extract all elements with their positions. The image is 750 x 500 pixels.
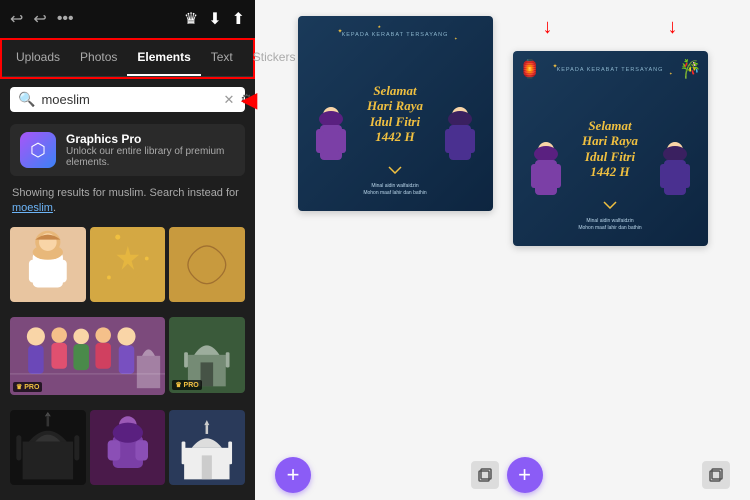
nav-tabs-wrapper: Uploads Photos Elements Text Stickers	[0, 38, 255, 79]
list-item[interactable]	[10, 410, 86, 486]
design-canvas-area: ✦ ✦ ★ KEPADA KERABAT TERSAYANG	[255, 0, 750, 450]
download-icon[interactable]: ⬇	[208, 9, 221, 29]
canvas-1-arrow	[388, 161, 402, 179]
search-arrow-indicator: ◀	[242, 87, 257, 112]
canvas-2-line2: Hari Raya	[582, 133, 638, 149]
bottom-left: +	[275, 457, 311, 493]
clear-icon[interactable]: ✕	[223, 92, 234, 108]
top-toolbar: ↩ ↩ ••• ♛ ⬇ ⬆	[0, 0, 255, 38]
promo-text: Graphics Pro Unlock our entire library o…	[66, 132, 235, 168]
results-message: Showing results for muslim. Search inste…	[12, 187, 239, 199]
elements-grid: ♛ PRO ♛ PRO	[0, 223, 255, 500]
lantern-decoration: 🏮	[519, 59, 541, 80]
nav-tabs: Uploads Photos Elements Text Stickers	[2, 40, 253, 77]
share-icon[interactable]: ⬆	[232, 9, 245, 29]
canvas-1-subtitle: KEPADA KERABAT TERSAYANG	[342, 32, 449, 38]
add-button-2[interactable]: +	[507, 457, 543, 493]
page-indicator-2[interactable]	[702, 461, 730, 489]
crown-icon[interactable]: ♛	[184, 9, 198, 29]
list-item[interactable]	[169, 410, 245, 486]
toolbar-left-icons: ↩ ↩ •••	[10, 9, 74, 29]
results-info: Showing results for muslim. Search inste…	[0, 180, 255, 223]
person-left-2-svg	[521, 138, 571, 218]
toolbar-right-icons: ♛ ⬇ ⬆	[184, 9, 245, 29]
list-item[interactable]	[10, 227, 86, 303]
tab-text[interactable]: Text	[201, 40, 243, 76]
tab-photos[interactable]: Photos	[70, 40, 127, 76]
canvas-2-small-line1: Minal aidin walfaidzin	[578, 218, 641, 225]
canvas-2-main-text: Selamat Hari Raya Idul Fitri 1442 H	[582, 117, 638, 179]
promo-title: Graphics Pro	[66, 132, 235, 146]
star-decor: ★	[378, 24, 382, 29]
canvas-wrapper-2: ↓ ↓ ✦ ✦ 🏮 🎋 KEPADA KERABAT TERSAYANG	[513, 16, 708, 246]
redo-icon[interactable]: ↩	[33, 9, 46, 29]
canvas-2-line4: 1442 H	[582, 164, 638, 180]
promo-subtitle: Unlock our entire library of premium ele…	[66, 146, 235, 168]
page-indicator-1[interactable]	[471, 461, 499, 489]
person-right-2-svg	[650, 138, 700, 218]
bottom-center: +	[471, 457, 543, 493]
search-input[interactable]	[41, 92, 217, 107]
canvas-1-line3: Idul Fitri	[367, 114, 423, 130]
canvas-2[interactable]: ✦ ✦ 🏮 🎋 KEPADA KERABAT TERSAYANG	[513, 51, 708, 246]
canvas-2-line3: Idul Fitri	[582, 149, 638, 165]
list-item[interactable]: ♛ PRO	[169, 317, 245, 393]
canvas-1-small-line1: Minal aidin walfaidzin	[363, 183, 426, 190]
canvas-1-line2: Hari Raya	[367, 98, 423, 114]
list-item[interactable]	[169, 227, 245, 303]
star-decor-3: ✦	[669, 71, 672, 76]
pro-badge: ♛ PRO	[13, 382, 42, 392]
left-panel: ↩ ↩ ••• ♛ ⬇ ⬆ Uploads Photos Elements Te…	[0, 0, 255, 500]
promo-banner[interactable]: ⬡ Graphics Pro Unlock our entire library…	[10, 124, 245, 176]
right-panel: ✦ ✦ ★ KEPADA KERABAT TERSAYANG	[255, 0, 750, 500]
bottom-bar: + +	[255, 450, 750, 500]
tab-stickers[interactable]: Stickers	[243, 40, 306, 76]
search-row: 🔍 ✕ ⚙ ◀	[0, 79, 255, 120]
list-item[interactable]: ♛ PRO	[10, 317, 165, 395]
more-icon[interactable]: •••	[57, 10, 74, 28]
arrow-left-indicator: ↓	[543, 16, 553, 39]
canvas-1-small-line2: Mohon maaf lahir dan bathin	[363, 190, 426, 197]
canvas-2-subtitle: KEPADA KERABAT TERSAYANG	[557, 67, 664, 73]
person-right-svg	[435, 103, 485, 183]
list-item[interactable]	[90, 410, 166, 486]
results-period: .	[53, 202, 56, 214]
bottom-right	[702, 461, 730, 489]
tab-elements[interactable]: Elements	[127, 40, 200, 76]
arrow-right-indicator: ↓	[668, 16, 678, 39]
ketupat-decoration: 🎋	[679, 59, 701, 80]
canvas-2-line1: Selamat	[582, 117, 638, 133]
pro-badge: ♛ PRO	[172, 380, 201, 390]
canvas-1-small-text: Minal aidin walfaidzin Mohon maaf lahir …	[363, 183, 426, 197]
canvas-2-small-text: Minal aidin walfaidzin Mohon maaf lahir …	[578, 218, 641, 232]
canvas-wrapper-1: ✦ ✦ ★ KEPADA KERABAT TERSAYANG	[298, 16, 493, 211]
arrow-indicators: ↓ ↓	[513, 16, 708, 39]
canvas-1-line4: 1442 H	[367, 129, 423, 145]
canvas-1-main-text: Selamat Hari Raya Idul Fitri 1442 H	[367, 82, 423, 144]
copy-icon	[477, 467, 493, 483]
copy-icon-2	[708, 467, 724, 483]
add-button-1[interactable]: +	[275, 457, 311, 493]
promo-icon: ⬡	[20, 132, 56, 168]
canvas-1[interactable]: ✦ ✦ ★ KEPADA KERABAT TERSAYANG	[298, 16, 493, 211]
canvas-2-small-line2: Mohon maaf lahir dan bathin	[578, 225, 641, 232]
tab-uploads[interactable]: Uploads	[6, 40, 70, 76]
search-icon: 🔍	[18, 91, 35, 108]
person-left-svg	[306, 103, 356, 183]
canvas-1-line1: Selamat	[367, 82, 423, 98]
undo-icon[interactable]: ↩	[10, 9, 23, 29]
search-bar: 🔍 ✕ ⚙	[10, 87, 245, 112]
canvas-2-arrow	[603, 196, 617, 214]
results-link[interactable]: moeslim	[12, 202, 53, 214]
star-decor: ✦	[454, 36, 457, 41]
list-item[interactable]	[90, 227, 166, 303]
